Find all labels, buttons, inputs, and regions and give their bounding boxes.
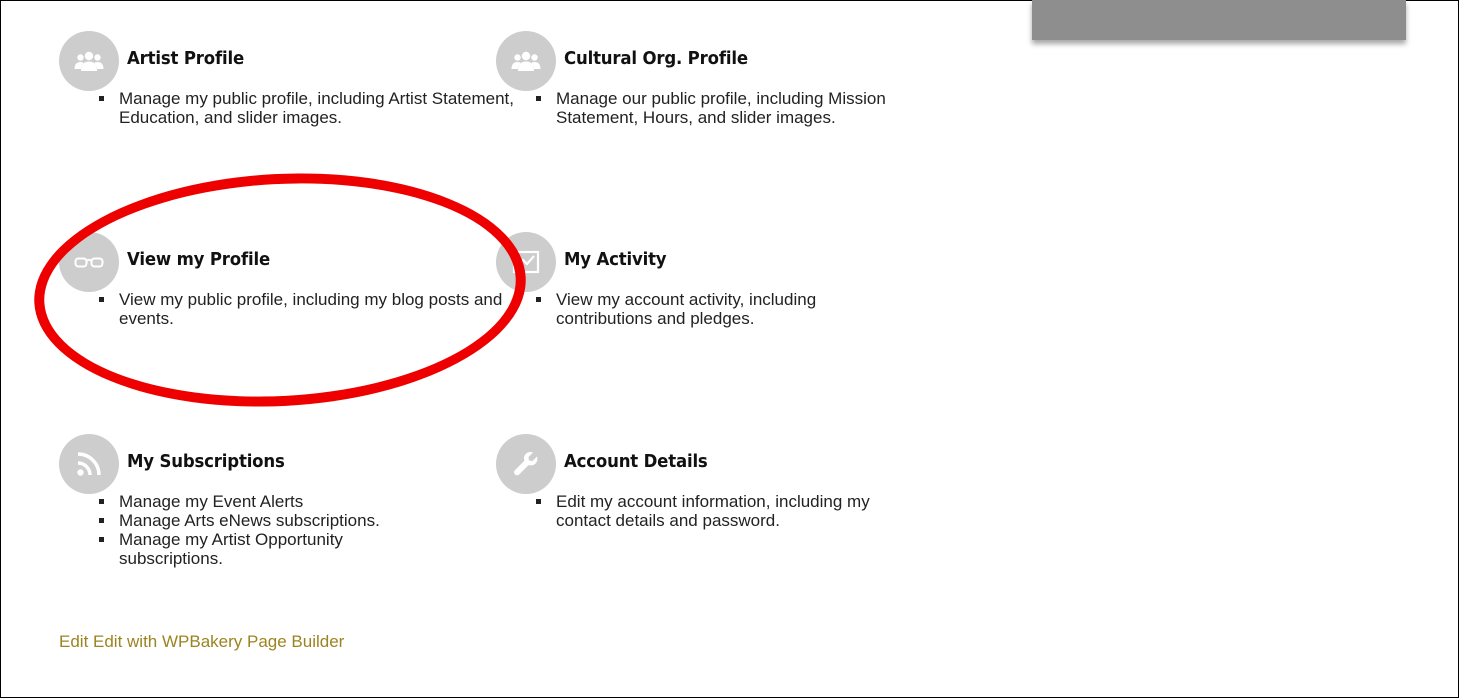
list-item: Manage my public profile, including Arti… <box>99 89 529 127</box>
list-item: Manage our public profile, including Mis… <box>536 89 916 127</box>
my-activity-list: View my account activity, including cont… <box>526 290 916 328</box>
artist-profile-link[interactable]: Artist Profile <box>127 48 244 69</box>
my-subscriptions-link[interactable]: My Subscriptions <box>127 451 285 472</box>
rss-icon[interactable] <box>59 434 119 494</box>
group-icon[interactable] <box>59 31 119 91</box>
cultural-org-profile-link[interactable]: Cultural Org. Profile <box>564 48 748 69</box>
list-item: Manage Arts eNews subscriptions. <box>99 511 439 530</box>
artist-profile-list: Manage my public profile, including Arti… <box>89 89 529 127</box>
list-item: Edit my account information, including m… <box>536 492 916 530</box>
view-profile-link[interactable]: View my Profile <box>127 249 270 270</box>
account-details-list: Edit my account information, including m… <box>526 492 916 530</box>
list-item: Manage my Artist Opportunity subscriptio… <box>99 530 439 568</box>
list-item: Manage my Event Alerts <box>99 492 439 511</box>
list-item: View my public profile, including my blo… <box>99 290 509 328</box>
top-grey-bar <box>1032 0 1406 40</box>
edit-with-wpbakery-link[interactable]: Edit Edit with WPBakery Page Builder <box>59 632 344 652</box>
my-subscriptions-list: Manage my Event Alerts Manage Arts eNews… <box>89 492 439 568</box>
cultural-org-profile-list: Manage our public profile, including Mis… <box>526 89 916 127</box>
glasses-icon[interactable] <box>59 232 119 292</box>
account-details-link[interactable]: Account Details <box>564 451 708 472</box>
activity-chart-icon[interactable] <box>496 232 556 292</box>
list-item: View my account activity, including cont… <box>536 290 916 328</box>
view-profile-list: View my public profile, including my blo… <box>89 290 509 328</box>
group-icon[interactable] <box>496 31 556 91</box>
my-activity-link[interactable]: My Activity <box>564 249 667 270</box>
wrench-icon[interactable] <box>496 434 556 494</box>
